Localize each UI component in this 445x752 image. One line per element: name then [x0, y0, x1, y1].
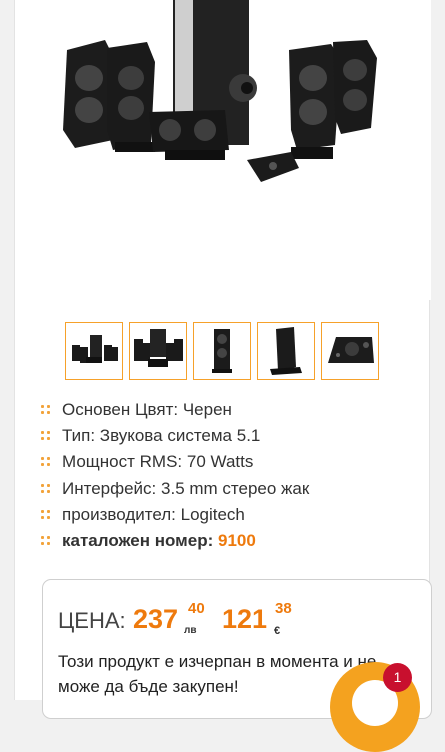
bullet-icon — [41, 536, 51, 546]
spec-key: каталожен номер: — [62, 531, 214, 551]
speaker-set-thumb-image — [66, 323, 122, 379]
spec-item-manufacturer: производител: Logitech — [41, 502, 309, 528]
cart-count-badge: 1 — [383, 663, 412, 692]
price-eur-currency: € — [274, 625, 281, 637]
spec-item-color: Основен Цвят: Черен — [41, 397, 309, 423]
price-label: ЦЕНА: — [58, 608, 126, 633]
catalog-number-value: 9100 — [218, 531, 256, 551]
price-eur-decimal: 38 — [275, 600, 292, 617]
spec-value: 70 Watts — [186, 452, 254, 472]
spec-value: Звукова система 5.1 — [99, 426, 261, 446]
spec-item-catalog-number: каталожен номер: 9100 — [41, 528, 309, 554]
price-bgn-decimal: 40 — [188, 600, 205, 617]
bullet-icon — [41, 483, 51, 494]
price-eur-integer: 121 — [222, 604, 268, 634]
speaker-front-thumb-image — [130, 323, 186, 379]
spec-key: Тип: — [62, 426, 96, 446]
spec-key: Интерфейс: — [62, 478, 157, 498]
thumbnail-5[interactable] — [321, 322, 379, 380]
thumbnail-2[interactable] — [129, 322, 187, 380]
control-pod-thumb-image — [322, 323, 378, 379]
price-bgn-currency: лв — [184, 625, 197, 636]
spec-key: производител: — [62, 504, 176, 524]
spec-key: Основен Цвят: — [62, 400, 179, 420]
thumbnail-1[interactable] — [65, 322, 123, 380]
satellite-side-thumb-image — [258, 323, 314, 379]
bullet-icon — [41, 457, 51, 467]
satellite-front-thumb-image — [194, 323, 250, 379]
spec-key: Мощност RMS: — [62, 452, 183, 472]
spec-item-interface: Интерфейс: 3.5 mm стерео жак — [41, 476, 309, 502]
spec-value: 3.5 mm стерео жак — [161, 478, 310, 498]
product-main-image[interactable] — [15, 0, 431, 300]
spec-item-type: Тип: Звукова система 5.1 — [41, 423, 309, 449]
bullet-icon — [41, 509, 51, 520]
spec-value: Черен — [182, 400, 232, 420]
thumbnail-strip — [65, 322, 395, 382]
spec-value: Logitech — [180, 504, 245, 524]
speaker-system-image — [15, 0, 431, 300]
bullet-icon — [41, 431, 51, 441]
thumbnail-4[interactable] — [257, 322, 315, 380]
spec-list: Основен Цвят: Черен Тип: Звукова система… — [41, 397, 309, 554]
product-card: Основен Цвят: Черен Тип: Звукова система… — [14, 0, 432, 719]
bullet-icon — [41, 405, 51, 415]
price-bgn-integer: 237 — [133, 604, 179, 634]
thumbnail-3[interactable] — [193, 322, 251, 380]
spec-item-power: Мощност RMS: 70 Watts — [41, 449, 309, 475]
